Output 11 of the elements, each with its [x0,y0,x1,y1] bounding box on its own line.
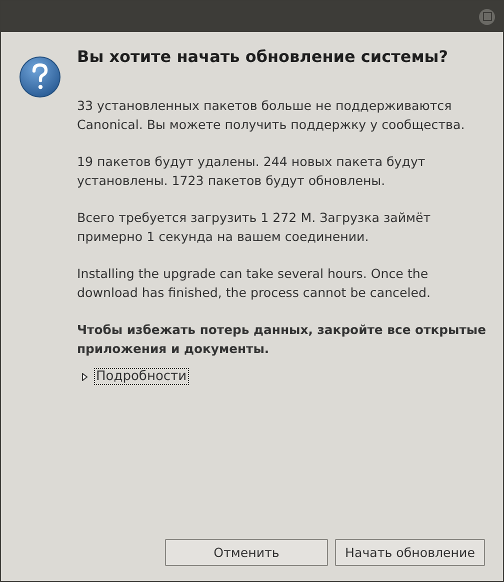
message-text: Чтобы избежать потерь данных, закройте все открытые приложения и документы. [77,321,487,358]
message-text: Installing the upgrade can take several hours. Once the download has finished, the process cannot be canceled. [77,265,432,302]
question-icon [19,56,61,98]
start-upgrade-button[interactable]: Начать обновление [335,539,485,566]
maximize-button[interactable] [479,8,495,24]
message-text: 33 установленных пакетов больше не поддерживаются Canonical. Вы можете получить поддержку у сообщества. [77,97,466,134]
message-text: Всего требуется загрузить 1 272 M. Загрузка займёт примерно 1 секунда на вашем соединении. [77,209,432,246]
message-text: 19 пакетов будут удалены. 244 новых пакета будут установлены. 1723 пакетов будут обновлены. [77,153,426,190]
cancel-button[interactable]: Отменить [165,539,328,566]
dialog-heading: Вы хотите начать обновление системы? [77,46,450,68]
details-expander[interactable]: Подробности [94,368,189,385]
